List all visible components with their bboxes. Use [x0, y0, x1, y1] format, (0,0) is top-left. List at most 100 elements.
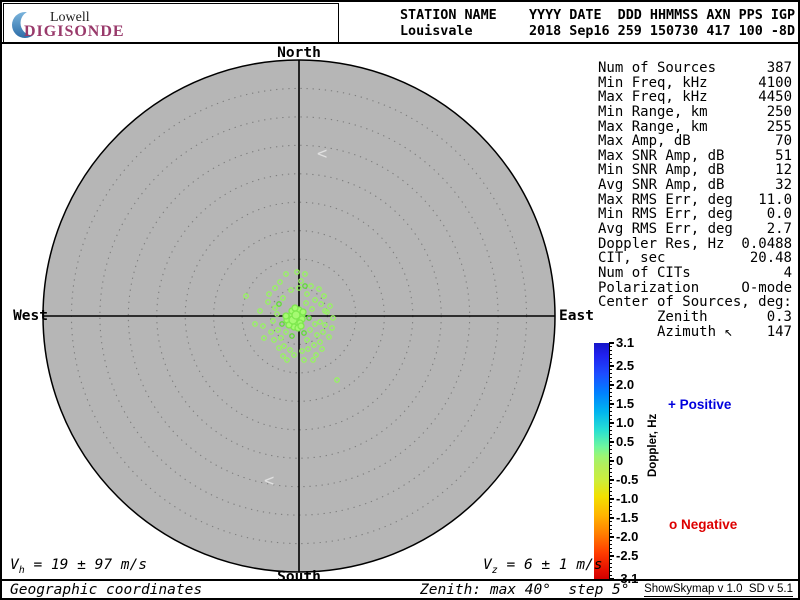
colorbar-tick-label: -2.0	[616, 530, 656, 544]
stat-row: Avg RMS Err, deg 2.7	[598, 222, 792, 237]
stat-value: 0.0488	[741, 237, 792, 252]
stat-label: Zenith	[598, 310, 708, 325]
stat-row: Max SNR Amp, dB51	[598, 149, 792, 164]
source-point	[292, 311, 300, 319]
stat-value: 255	[767, 120, 792, 135]
stat-label: Min Range, km	[598, 105, 708, 120]
colorbar-minor-tick	[609, 377, 612, 378]
colorbar-tick-label: 2.5	[616, 359, 656, 373]
stat-row: Max RMS Err, deg11.0	[598, 193, 792, 208]
source-point	[298, 323, 304, 329]
stat-label: Avg RMS Err, deg	[598, 222, 733, 237]
colorbar-tick	[609, 384, 614, 386]
colorbar-minor-tick	[609, 548, 612, 549]
colorbar-tick-label: 2.0	[616, 378, 656, 392]
colorbar-minor-tick	[609, 487, 612, 488]
stat-value: 2.7	[767, 222, 792, 237]
colorbar-tick	[609, 555, 614, 557]
colorbar-minor-tick	[609, 575, 612, 576]
colorbar-minor-tick	[609, 552, 612, 553]
footer-divider	[2, 579, 798, 581]
colorbar-tick	[609, 403, 614, 405]
colorbar-minor-tick	[609, 419, 612, 420]
colorbar-minor-tick	[609, 415, 612, 416]
colorbar-minor-tick	[609, 491, 612, 492]
stat-value: 20.48	[750, 251, 792, 266]
colorbar-minor-tick	[609, 449, 612, 450]
station-header: STATION NAME YYYY DATE DDD HHMMSS AXN PP…	[400, 8, 795, 40]
stat-row: Min Freq, kHz4100	[598, 76, 792, 91]
lowell-digisonde-logo: Lowell DIGISONDE	[3, 3, 339, 44]
colorbar-minor-tick	[609, 457, 612, 458]
chevron-marker: <	[264, 471, 274, 491]
stat-row: Doppler Res, Hz0.0488	[598, 237, 792, 252]
stat-label: Avg SNR Amp, dB	[598, 178, 724, 193]
colorbar-minor-tick	[609, 381, 612, 382]
colorbar-minor-tick	[609, 563, 612, 564]
colorbar-minor-tick	[609, 559, 612, 560]
stat-value: 4	[784, 266, 792, 281]
colorbar-tick-label: 1.5	[616, 397, 656, 411]
stat-value: 4450	[758, 90, 792, 105]
software-version-label: ShowSkymap v 1.0 SD v 5.1	[644, 583, 793, 597]
colorbar-minor-tick	[609, 346, 612, 347]
stat-label: CIT, sec	[598, 251, 665, 266]
compass-south-label: South	[259, 569, 339, 585]
colorbar-minor-tick	[609, 529, 612, 530]
colorbar-minor-tick	[609, 392, 612, 393]
colorbar-minor-tick	[609, 472, 612, 473]
stat-label: Max RMS Err, deg	[598, 193, 733, 208]
colorbar-minor-tick	[609, 388, 612, 389]
colorbar-minor-tick	[609, 495, 612, 496]
colorbar-minor-tick	[609, 453, 612, 454]
colorbar-minor-tick	[609, 514, 612, 515]
colorbar-tick	[609, 498, 614, 500]
stat-row: CIT, sec 20.48	[598, 251, 792, 266]
stat-row: Max Freq, kHz4450	[598, 90, 792, 105]
stats-panel: Num of Sources387Min Freq, kHz4100Max Fr…	[598, 61, 792, 339]
stat-value: 51	[775, 149, 792, 164]
colorbar-minor-tick	[609, 533, 612, 534]
colorbar-minor-tick	[609, 476, 612, 477]
stat-row: Center of Sources, deg:	[598, 295, 792, 310]
colorbar-minor-tick	[609, 571, 612, 572]
colorbar-tick	[609, 536, 614, 538]
stat-row: Max Amp, dB 70	[598, 134, 792, 149]
logo-text-digisonde: DIGISONDE	[24, 23, 125, 41]
stat-row: Min Range, km250	[598, 105, 792, 120]
skymap-svg: <<	[2, 44, 602, 582]
colorbar-tick	[609, 422, 614, 424]
stat-value: 12	[775, 163, 792, 178]
colorbar-tick-label: -3.1	[616, 572, 656, 586]
colorbar-minor-tick	[609, 510, 612, 511]
positive-doppler-legend: + Positive	[668, 397, 731, 412]
colorbar-minor-tick	[609, 362, 612, 363]
stat-label: Polarization	[598, 281, 699, 296]
colorbar-minor-tick	[609, 430, 612, 431]
colorbar-tick	[609, 460, 614, 462]
colorbar-tick	[609, 365, 614, 367]
colorbar-minor-tick	[609, 525, 612, 526]
colorbar-minor-tick	[609, 445, 612, 446]
zenith-range-label: Zenith: max 40° step 5°	[420, 582, 630, 598]
stat-value: 70	[775, 134, 792, 149]
colorbar-minor-tick	[609, 567, 612, 568]
stat-label: Center of Sources, deg:	[598, 295, 792, 310]
stat-row: Polarization O-mode	[598, 281, 792, 296]
colorbar-tick-label: 1.0	[616, 416, 656, 430]
colorbar-minor-tick	[609, 396, 612, 397]
chevron-marker: <	[317, 144, 327, 164]
stat-value: O-mode	[741, 281, 792, 296]
colorbar-tick-label: -2.5	[616, 549, 656, 563]
stat-row: Num of Sources387	[598, 61, 792, 76]
stat-value: 4100	[758, 76, 792, 91]
source-point	[300, 309, 306, 315]
colorbar-minor-tick	[609, 464, 612, 465]
colorbar-minor-tick	[609, 521, 612, 522]
colorbar-minor-tick	[609, 350, 612, 351]
stat-label: Max Amp, dB	[598, 134, 691, 149]
colorbar-tick-label: -1.5	[616, 511, 656, 525]
colorbar-minor-tick	[609, 506, 612, 507]
stat-row: Num of CITs4	[598, 266, 792, 281]
source-point	[292, 305, 298, 311]
